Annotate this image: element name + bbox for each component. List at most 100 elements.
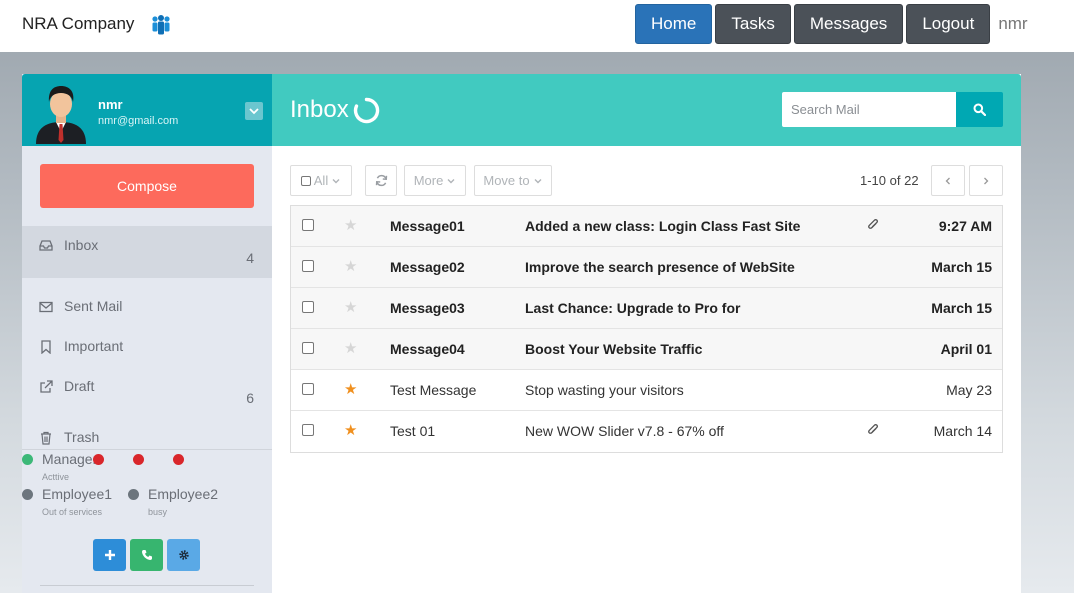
message-date: April 01 bbox=[940, 341, 992, 357]
top-navbar: NRA Company Home Tasks Messages Logout n… bbox=[0, 0, 1074, 52]
bookmark-icon bbox=[41, 340, 51, 354]
search-icon bbox=[973, 103, 986, 116]
message-sender: Message04 bbox=[390, 341, 465, 357]
avatar bbox=[36, 86, 86, 144]
user-profile: nmr nmr@gmail.com bbox=[22, 74, 272, 146]
message-sender: Message03 bbox=[390, 300, 465, 316]
main-nav: Home Tasks Messages Logout nmr bbox=[635, 4, 1036, 44]
star-icon[interactable]: ★ bbox=[344, 421, 357, 439]
message-date: May 23 bbox=[946, 382, 992, 398]
nav-home-button[interactable]: Home bbox=[635, 4, 713, 44]
status-dot bbox=[133, 454, 144, 465]
employee1-status-dot bbox=[22, 489, 33, 500]
contact-status: busy bbox=[148, 507, 168, 517]
add-contact-button[interactable] bbox=[93, 539, 126, 571]
contact-employee2[interactable]: Employee2 bbox=[148, 486, 218, 502]
sidebar-item-important[interactable]: Important bbox=[22, 326, 272, 366]
nav-logout-button[interactable]: Logout bbox=[906, 4, 991, 44]
message-checkbox[interactable] bbox=[302, 260, 314, 272]
message-row[interactable]: ★ Message02 Improve the search presence … bbox=[291, 247, 1002, 288]
settings-button[interactable] bbox=[167, 539, 200, 571]
message-sender: Test Message bbox=[390, 382, 477, 398]
message-subject: Improve the search presence of WebSite bbox=[525, 259, 795, 275]
page-title: Inbox bbox=[290, 96, 349, 123]
message-date: 9:27 AM bbox=[938, 218, 992, 234]
chevron-right-icon bbox=[984, 177, 989, 184]
call-button[interactable] bbox=[130, 539, 163, 571]
chevron-down-icon bbox=[534, 178, 542, 183]
loading-ring-icon bbox=[353, 97, 380, 124]
star-icon[interactable]: ★ bbox=[344, 257, 357, 275]
draft-count: 6 bbox=[246, 390, 254, 406]
message-checkbox[interactable] bbox=[302, 219, 314, 231]
inbox-count: 4 bbox=[246, 250, 254, 266]
message-subject: Stop wasting your visitors bbox=[525, 382, 684, 398]
compose-button[interactable]: Compose bbox=[40, 164, 254, 208]
contact-employee1[interactable]: Employee1 bbox=[42, 486, 112, 502]
star-icon[interactable]: ★ bbox=[344, 380, 357, 398]
sidebar-divider bbox=[22, 449, 272, 450]
chevron-down-icon bbox=[447, 178, 455, 183]
sidebar-bottom-divider bbox=[40, 585, 254, 586]
message-subject: Added a new class: Login Class Fast Site bbox=[525, 218, 801, 234]
contact-manager[interactable]: Manager bbox=[42, 451, 97, 467]
more-dropdown[interactable]: More bbox=[404, 165, 466, 196]
message-checkbox[interactable] bbox=[302, 383, 314, 395]
message-sender: Test 01 bbox=[390, 423, 436, 439]
pagination-info: 1-10 of 22 bbox=[860, 173, 919, 188]
contact-status: Out of services bbox=[42, 507, 103, 517]
message-checkbox[interactable] bbox=[302, 424, 314, 436]
select-all-checkbox[interactable] bbox=[300, 175, 311, 186]
sidebar-item-draft[interactable]: Draft 6 bbox=[22, 366, 272, 406]
contact-status: Acttive bbox=[42, 472, 70, 482]
message-checkbox[interactable] bbox=[302, 342, 314, 354]
chevron-down-icon bbox=[332, 178, 340, 183]
manager-status-dot bbox=[22, 454, 33, 465]
sidebar-item-sent-mail[interactable]: Sent Mail bbox=[22, 286, 272, 326]
sidebar-item-label: Sent Mail bbox=[64, 298, 123, 314]
message-list: ★ Message01 Added a new class: Login Cla… bbox=[290, 205, 1003, 453]
message-row[interactable]: ★ Test 01 New WOW Slider v7.8 - 67% off … bbox=[291, 411, 1002, 452]
message-date: March 14 bbox=[933, 423, 992, 439]
paperclip-icon bbox=[868, 219, 878, 229]
message-subject: Boost Your Website Traffic bbox=[525, 341, 703, 357]
sidebar-item-label: Trash bbox=[64, 429, 100, 445]
employee2-status-dot bbox=[128, 489, 139, 500]
message-date: March 15 bbox=[931, 300, 992, 316]
message-sender: Message02 bbox=[390, 259, 465, 275]
sidebar-item-inbox[interactable]: Inbox 4 bbox=[22, 226, 272, 278]
move-to-dropdown[interactable]: Move to bbox=[474, 165, 552, 196]
message-subject: Last Chance: Upgrade to Pro for bbox=[525, 300, 741, 316]
message-date: March 15 bbox=[931, 259, 992, 275]
star-icon[interactable]: ★ bbox=[344, 216, 357, 234]
phone-icon bbox=[141, 550, 152, 560]
message-row[interactable]: ★ Test Message Stop wasting your visitor… bbox=[291, 370, 1002, 411]
gear-icon bbox=[178, 550, 189, 560]
message-row[interactable]: ★ Message04 Boost Your Website Traffic A… bbox=[291, 329, 1002, 370]
star-icon[interactable]: ★ bbox=[344, 298, 357, 316]
message-row[interactable]: ★ Message03 Last Chance: Upgrade to Pro … bbox=[291, 288, 1002, 329]
next-page-button[interactable] bbox=[969, 165, 1003, 196]
team-icon bbox=[152, 15, 170, 35]
message-sender: Message01 bbox=[390, 218, 465, 234]
nav-tasks-button[interactable]: Tasks bbox=[715, 4, 791, 44]
sidebar-item-label: Draft bbox=[64, 378, 95, 394]
chevron-left-icon bbox=[945, 177, 950, 184]
search-input[interactable] bbox=[782, 92, 956, 127]
trash-icon bbox=[41, 431, 51, 445]
profile-dropdown-button[interactable] bbox=[245, 102, 263, 120]
prev-page-button[interactable] bbox=[931, 165, 965, 196]
plus-icon bbox=[104, 550, 115, 560]
message-checkbox[interactable] bbox=[302, 301, 314, 313]
nav-messages-button[interactable]: Messages bbox=[793, 4, 904, 44]
chevron-down-icon bbox=[249, 108, 259, 115]
brand-name[interactable]: NRA Company bbox=[22, 14, 134, 34]
status-dot bbox=[93, 454, 104, 465]
refresh-button[interactable] bbox=[365, 165, 397, 196]
search-button[interactable] bbox=[956, 92, 1003, 127]
star-icon[interactable]: ★ bbox=[344, 339, 357, 357]
message-row[interactable]: ★ Message01 Added a new class: Login Cla… bbox=[291, 206, 1002, 247]
select-all-dropdown[interactable]: All bbox=[290, 165, 352, 196]
profile-email: nmr@gmail.com bbox=[98, 115, 179, 127]
more-label: More bbox=[413, 173, 444, 188]
